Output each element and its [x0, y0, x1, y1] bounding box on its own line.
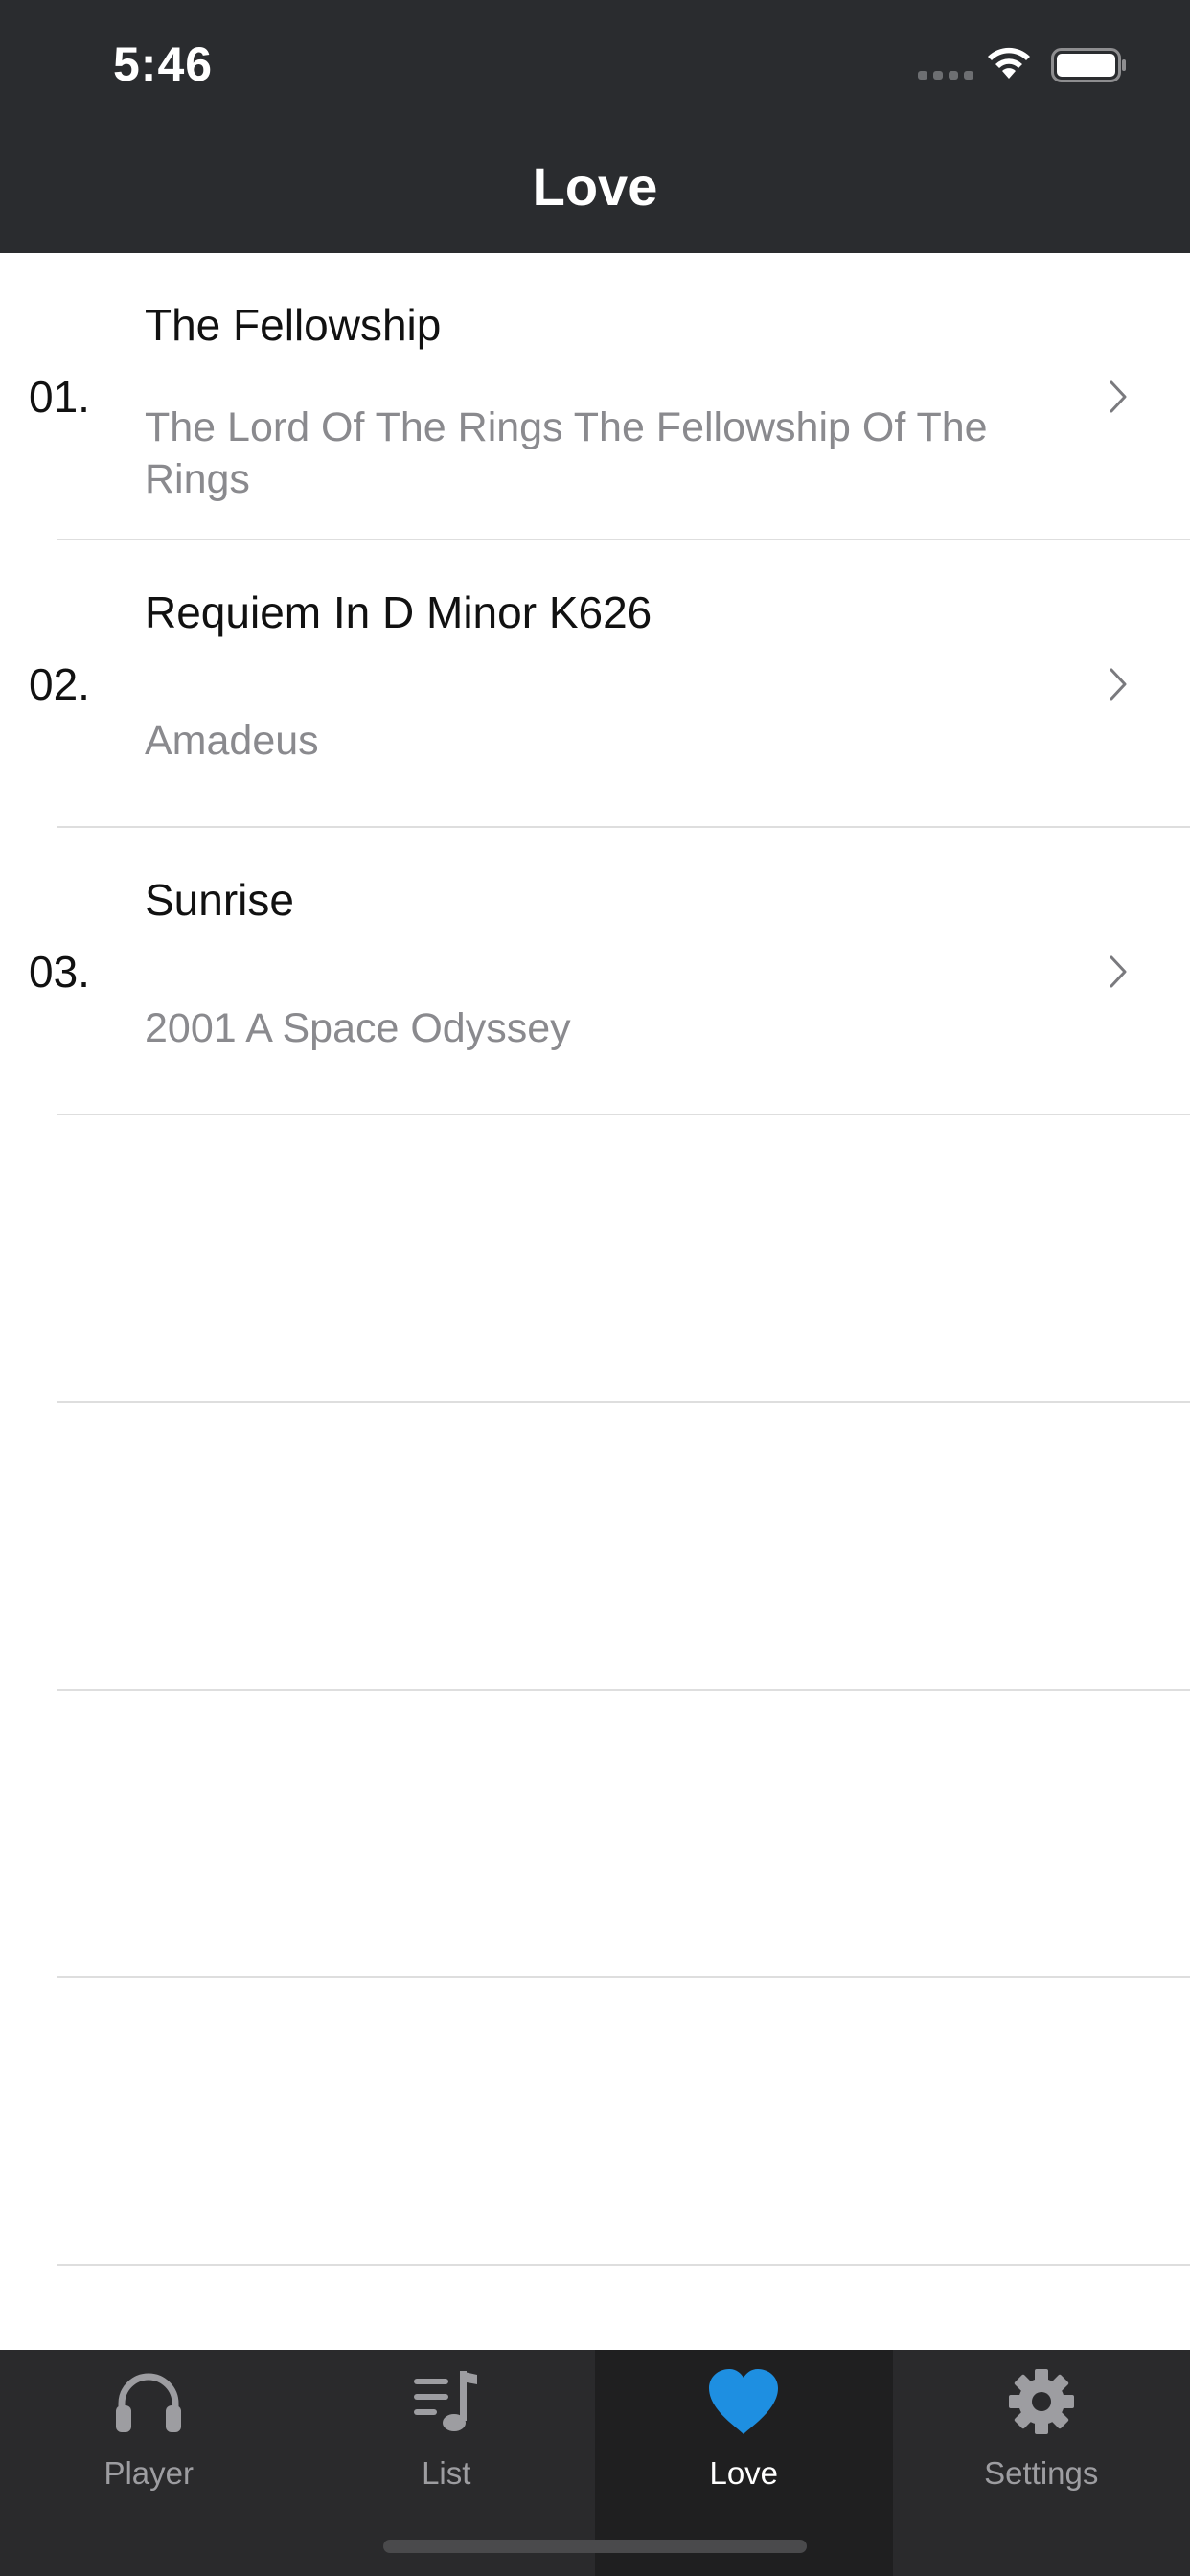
favorites-list: 01. The Fellowship The Lord Of The Rings… — [0, 253, 1190, 2266]
music-list-icon — [413, 2371, 477, 2431]
tab-label: Love — [709, 2455, 779, 2491]
tab-label: List — [422, 2455, 471, 2491]
home-indicator[interactable] — [383, 2540, 807, 2553]
chevron-right-icon — [1110, 668, 1127, 701]
page-title: Love — [532, 156, 658, 217]
chevron-right-icon — [1110, 380, 1127, 413]
track-title: The Fellowship — [145, 300, 442, 350]
status-time: 5:46 — [113, 37, 214, 91]
tab-label: Settings — [984, 2455, 1099, 2491]
empty-row — [57, 1690, 1190, 1978]
tab-settings[interactable]: Settings — [893, 2350, 1190, 2576]
wifi-icon — [988, 47, 1030, 79]
heart-icon — [709, 2369, 779, 2434]
headphones-icon — [116, 2373, 182, 2432]
track-subtitle: Amadeus — [145, 718, 319, 764]
tab-label: Player — [103, 2455, 195, 2491]
navigation-bar: Love — [0, 134, 1190, 253]
track-number: 03. — [29, 947, 90, 997]
empty-row — [57, 1116, 1190, 1403]
track-number: 01. — [29, 372, 90, 422]
track-title: Requiem In D Minor K626 — [145, 587, 652, 637]
gear-icon — [1008, 2369, 1074, 2434]
track-row[interactable]: 03. Sunrise 2001 A Space Odyssey — [29, 828, 1190, 1116]
track-row[interactable]: 01. The Fellowship The Lord Of The Rings… — [29, 253, 1190, 540]
battery-icon — [1051, 48, 1126, 82]
empty-row — [57, 1403, 1190, 1690]
track-title: Sunrise — [145, 875, 294, 925]
track-row[interactable]: 02. Requiem In D Minor K626 Amadeus — [29, 540, 1190, 828]
cellular-signal-icon — [918, 71, 973, 80]
track-subtitle: 2001 A Space Odyssey — [145, 1005, 571, 1051]
track-subtitle: The Lord Of The Rings The Fellowship Of … — [145, 404, 988, 502]
empty-row — [57, 1978, 1190, 2266]
track-number: 02. — [29, 659, 90, 709]
tab-player[interactable]: Player — [0, 2350, 298, 2576]
chevron-right-icon — [1110, 955, 1127, 988]
status-bar: 5:46 — [0, 0, 1190, 134]
